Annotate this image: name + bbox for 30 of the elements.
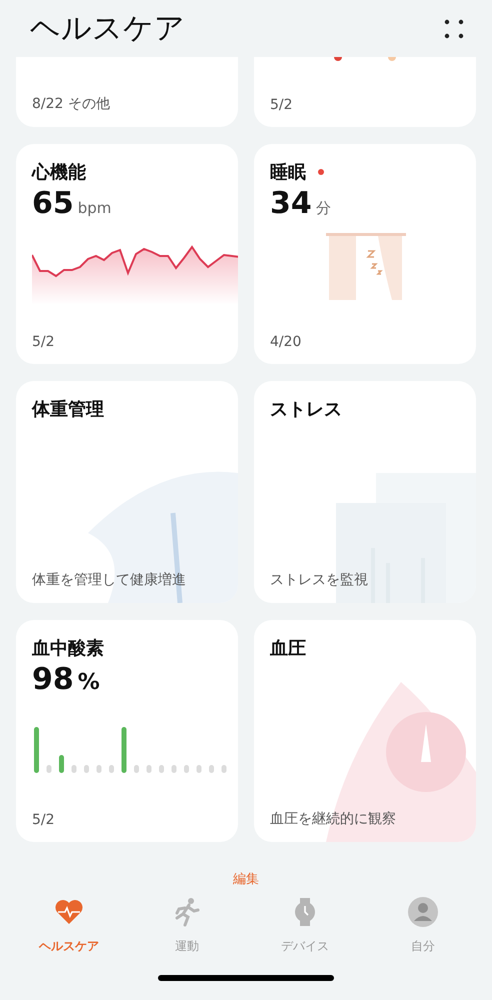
health-card[interactable]: 8/22 その他 (16, 57, 238, 127)
card-title: 心機能 (32, 161, 86, 184)
metric-unit: 分 (316, 199, 331, 218)
date-label: 5/2 (32, 812, 56, 828)
health-card[interactable]: ストレス ストレスを監視 (254, 381, 476, 603)
date-label: 5/2 (270, 97, 294, 113)
health-card[interactable]: 睡眠 34 分 4/20 (254, 144, 476, 364)
metric-value: 34 (270, 186, 312, 221)
avatar-icon (407, 896, 439, 928)
card-caption: ストレスを監視 (270, 571, 369, 589)
metric-unit: bpm (78, 199, 112, 217)
metric-unit: % (78, 670, 100, 695)
health-card[interactable]: 体重管理 体重を管理して健康増進 (16, 381, 238, 603)
date-label: 8/22 その他 (32, 95, 111, 113)
date-label: 5/2 (32, 334, 56, 350)
card-title: 血中酸素 (32, 637, 104, 660)
card-caption: 血圧を継続的に観察 (270, 810, 397, 828)
metric-value: 98 (32, 662, 74, 697)
card-caption: 体重を管理して健康増進 (32, 571, 187, 589)
metric-value: 65 (32, 186, 74, 221)
health-card[interactable]: 5/2 (254, 57, 476, 127)
health-card[interactable]: 血圧 血圧を継続的に観察 (254, 620, 476, 842)
card-title: 血圧 (270, 637, 306, 660)
card-title: 体重管理 (32, 398, 104, 421)
card-title: 睡眠 (270, 161, 306, 184)
card-title: ストレス (270, 398, 342, 421)
page-title: ヘルスケア (30, 10, 185, 48)
date-label: 4/20 (270, 334, 302, 350)
health-card[interactable]: 血中酸素 98% 5/2 (16, 620, 238, 842)
health-card[interactable]: 心機能 65 bpm 5/2 (16, 144, 238, 364)
